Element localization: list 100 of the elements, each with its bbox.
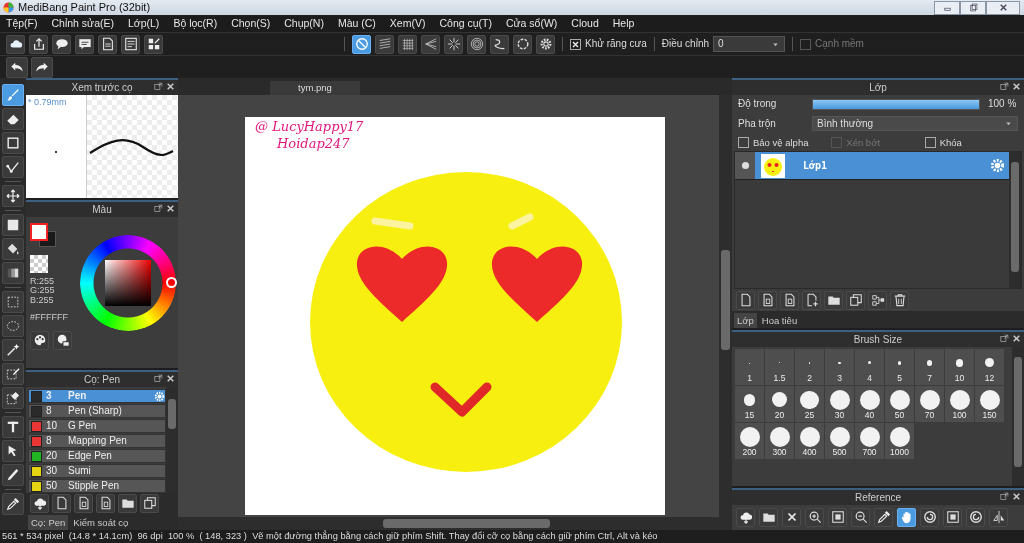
- redo-button[interactable]: [31, 56, 53, 78]
- brush-row[interactable]: 20 Edge Pen: [28, 449, 166, 463]
- toolbar-button[interactable]: [98, 34, 117, 54]
- menu-item[interactable]: Màu (C): [337, 17, 376, 30]
- menu-item[interactable]: Tệp(F): [6, 17, 38, 30]
- brush-row[interactable]: 8 Mapping Pen: [28, 434, 166, 448]
- brush-size-tile[interactable]: 4: [855, 349, 884, 385]
- brush-size-tile[interactable]: 700: [855, 423, 884, 459]
- checkbox[interactable]: [924, 137, 936, 149]
- opacity-slider[interactable]: [813, 99, 979, 109]
- brush-row[interactable]: 50 Stipple Pen: [28, 479, 166, 493]
- reference-button[interactable]: [851, 507, 870, 527]
- panel-tab[interactable]: Lớp: [734, 312, 757, 328]
- brush-size-tile[interactable]: 70: [915, 386, 944, 422]
- menu-item[interactable]: Lớp(L): [127, 17, 160, 30]
- tool-button[interactable]: [2, 291, 24, 313]
- toolbar-button[interactable]: [144, 34, 163, 54]
- toolbar-button[interactable]: [6, 34, 25, 54]
- panel-button[interactable]: [30, 493, 49, 513]
- toolbar-button[interactable]: [52, 34, 71, 54]
- snap-button[interactable]: [444, 34, 463, 54]
- menu-item[interactable]: Cửa sổ(W): [505, 17, 558, 30]
- reference-button[interactable]: [874, 507, 893, 527]
- tool-button[interactable]: [2, 156, 24, 178]
- snap-button[interactable]: [375, 34, 394, 54]
- brush-size-tile[interactable]: 25: [795, 386, 824, 422]
- panel-button[interactable]: [74, 493, 93, 513]
- brush-size-tile[interactable]: 200: [735, 423, 764, 459]
- reference-button[interactable]: [805, 507, 824, 527]
- brush-size-tile[interactable]: 400: [795, 423, 824, 459]
- snap-button[interactable]: [467, 34, 486, 54]
- layer-button[interactable]: [846, 290, 865, 310]
- panel-button[interactable]: [118, 493, 137, 513]
- toolbar-button[interactable]: [75, 34, 94, 54]
- transparent-swatch[interactable]: [30, 255, 48, 273]
- tool-button[interactable]: [2, 185, 24, 207]
- panel-button[interactable]: [96, 493, 115, 513]
- brush-size-tile[interactable]: 10: [945, 349, 974, 385]
- brush-row[interactable]: 10 G Pen: [28, 419, 166, 433]
- menu-item[interactable]: Bộ lọc(R): [173, 17, 218, 30]
- brush-size-tile[interactable]: 12: [975, 349, 1004, 385]
- menu-item[interactable]: Xem(V): [389, 17, 426, 30]
- panel-tab[interactable]: Hoa tiêu: [758, 312, 801, 328]
- tool-button[interactable]: [2, 363, 24, 385]
- brush-size-tile[interactable]: 30: [825, 386, 854, 422]
- palette-settings-button[interactable]: [53, 330, 72, 350]
- brush-size-tile[interactable]: 500: [825, 423, 854, 459]
- menu-item[interactable]: Chọn(S): [231, 17, 271, 30]
- maximize-button[interactable]: [960, 0, 986, 15]
- scrollbar[interactable]: [1009, 152, 1021, 288]
- panel-tab[interactable]: Cọ: Pen: [28, 514, 69, 530]
- palette-button[interactable]: [30, 330, 49, 350]
- brush-size-tile[interactable]: 2: [795, 349, 824, 385]
- close-button[interactable]: [986, 0, 1020, 15]
- brush-size-tile[interactable]: 40: [855, 386, 884, 422]
- brush-size-tile[interactable]: 7: [915, 349, 944, 385]
- brush-size-tile[interactable]: 50: [885, 386, 914, 422]
- tool-button[interactable]: [2, 238, 24, 260]
- color-square[interactable]: [105, 260, 151, 306]
- brush-size-tile[interactable]: 20: [765, 386, 794, 422]
- tool-button[interactable]: [2, 416, 24, 438]
- panel-button[interactable]: [52, 493, 71, 513]
- snap-button[interactable]: [536, 34, 555, 54]
- brush-size-tile[interactable]: 1.5: [765, 349, 794, 385]
- tool-button[interactable]: [2, 493, 24, 515]
- brush-row[interactable]: 30 Sumi: [28, 464, 166, 478]
- tool-button[interactable]: [2, 440, 24, 462]
- tool-button[interactable]: [2, 339, 24, 361]
- reference-button[interactable]: [736, 507, 755, 527]
- layer-button[interactable]: [736, 290, 755, 310]
- panel-tab[interactable]: Kiểm soát cọ: [70, 514, 132, 530]
- layer-button[interactable]: [868, 290, 887, 310]
- visibility-icon[interactable]: [740, 161, 750, 171]
- layer-button[interactable]: [890, 290, 909, 310]
- reference-button[interactable]: [828, 507, 847, 527]
- canvas[interactable]: @ LucyHappy17 Hoidap247: [245, 117, 665, 515]
- tool-button[interactable]: [2, 214, 24, 236]
- checkbox[interactable]: [738, 137, 749, 149]
- reference-button[interactable]: [920, 507, 939, 527]
- menu-item[interactable]: Công cụ(T): [439, 17, 492, 30]
- menu-item[interactable]: Cloud: [571, 17, 599, 30]
- reference-button[interactable]: [782, 507, 801, 527]
- menu-item[interactable]: Chỉnh sửa(E): [51, 17, 114, 30]
- brush-size-tile[interactable]: 1000: [885, 423, 914, 459]
- snap-button[interactable]: [421, 34, 440, 54]
- reference-button[interactable]: [897, 507, 916, 527]
- scrollbar[interactable]: [1012, 347, 1024, 486]
- reference-button[interactable]: [966, 507, 985, 527]
- toolbar-button[interactable]: [121, 34, 140, 54]
- brush-size-tile[interactable]: 3: [825, 349, 854, 385]
- reference-button[interactable]: [989, 507, 1008, 527]
- undo-button[interactable]: [6, 56, 28, 78]
- snap-button[interactable]: [352, 34, 371, 54]
- snap-button[interactable]: [398, 34, 417, 54]
- tool-button[interactable]: [2, 464, 24, 486]
- blend-dropdown[interactable]: Bình thường: [812, 116, 1018, 131]
- scrollbar[interactable]: [178, 517, 732, 530]
- minimize-button[interactable]: [934, 0, 960, 15]
- brush-size-tile[interactable]: 150: [975, 386, 1004, 422]
- correction-dropdown[interactable]: 0: [713, 36, 786, 52]
